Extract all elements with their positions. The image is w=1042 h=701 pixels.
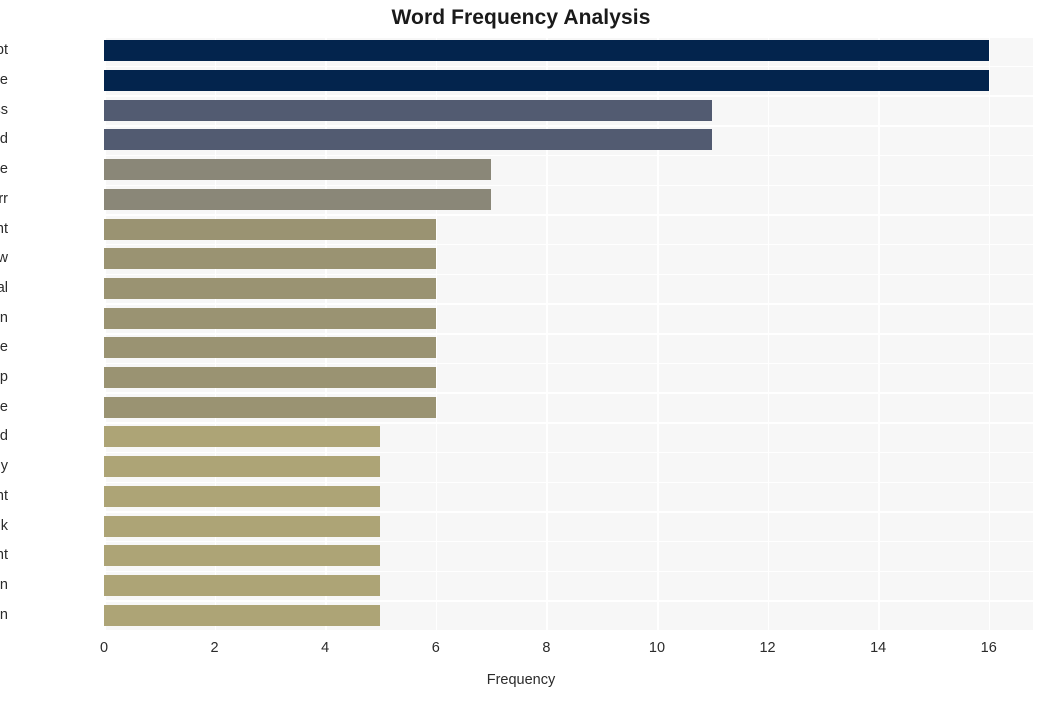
y-tick-label-begin: begin — [0, 309, 8, 326]
bar-congress — [104, 99, 713, 121]
y-tick-label-cite: cite — [0, 398, 8, 415]
bar-trump — [104, 367, 436, 389]
y-tick-label-seek: seek — [0, 517, 8, 534]
gridline-horizontal — [104, 65, 1033, 68]
y-tick-label-trump: trump — [0, 369, 8, 386]
y-tick-label-contempt: contempt — [0, 42, 8, 59]
gridline-horizontal — [104, 303, 1033, 305]
gridline-horizontal — [104, 540, 1033, 543]
y-tick-label-congress: congress — [0, 101, 8, 118]
bar-garland — [104, 129, 713, 151]
x-tick-label-16: 16 — [980, 640, 997, 656]
bar-president — [104, 545, 381, 567]
bar-question — [104, 604, 381, 626]
bar-law — [104, 248, 436, 270]
gridline-horizontal — [104, 184, 1033, 187]
x-tick-label-0: 0 — [99, 640, 109, 656]
bar-cite — [104, 396, 436, 418]
bar-general — [104, 277, 436, 299]
bar-time — [104, 337, 436, 359]
y-tick-label-government: government — [0, 220, 8, 237]
gridline-horizontal — [104, 125, 1033, 127]
bar-prosecute — [104, 159, 492, 181]
y-tick-label-general: general — [0, 279, 8, 296]
bar-begin — [104, 307, 436, 329]
gridline-horizontal — [104, 570, 1033, 573]
gridline-horizontal — [104, 600, 1033, 602]
gridline-horizontal — [104, 451, 1033, 454]
bar-government — [104, 218, 436, 240]
gridline-horizontal — [104, 36, 1033, 38]
gridline-horizontal — [104, 273, 1033, 276]
y-tick-label-department: department — [0, 487, 8, 504]
y-tick-label-president: president — [0, 547, 8, 564]
bar-barr — [104, 188, 492, 210]
x-tick-label-14: 14 — [870, 640, 887, 656]
gridline-horizontal — [104, 392, 1033, 394]
gridline-horizontal — [104, 630, 1033, 632]
y-tick-label-time: time — [0, 339, 8, 356]
y-tick-label-understand: understand — [0, 428, 8, 445]
y-tick-label-attorney: attorney — [0, 458, 8, 475]
gridline-horizontal — [104, 511, 1033, 513]
chart-title: Word Frequency Analysis — [391, 6, 651, 29]
y-tick-label-turn: turn — [0, 576, 8, 593]
gridline-horizontal — [104, 362, 1033, 365]
y-tick-label-question: question — [0, 606, 8, 623]
bar-turn — [104, 574, 381, 596]
x-tick-label-10: 10 — [648, 640, 666, 656]
y-tick-label-barr: barr — [0, 190, 8, 207]
bar-department — [104, 485, 381, 507]
bar-understand — [104, 426, 381, 448]
bar-attorney — [104, 456, 381, 478]
x-axis-title: Frequency — [486, 672, 556, 688]
gridline-horizontal — [104, 154, 1033, 157]
gridline-horizontal — [104, 95, 1033, 97]
word-frequency-chart: Word Frequency Analysis contempt house con… — [0, 0, 1042, 701]
x-tick-label-6: 6 — [431, 640, 440, 656]
bar-house — [104, 70, 989, 92]
gridline-horizontal — [104, 422, 1033, 424]
bar-contempt — [104, 40, 989, 62]
gridline-horizontal — [104, 214, 1033, 216]
x-tick-label-2: 2 — [210, 640, 219, 656]
x-tick-label-8: 8 — [542, 640, 551, 656]
y-tick-label-house: house — [0, 72, 8, 89]
gridline-horizontal — [104, 333, 1033, 335]
y-tick-label-prosecute: prosecute — [0, 161, 8, 178]
gridline-horizontal — [104, 243, 1033, 246]
gridline-horizontal — [104, 481, 1033, 484]
y-tick-label-garland: garland — [0, 131, 8, 148]
x-tick-label-4: 4 — [321, 640, 330, 656]
y-tick-label-law: law — [0, 250, 8, 267]
bar-seek — [104, 515, 381, 537]
plot-area — [104, 36, 1033, 632]
x-tick-label-12: 12 — [759, 640, 776, 656]
